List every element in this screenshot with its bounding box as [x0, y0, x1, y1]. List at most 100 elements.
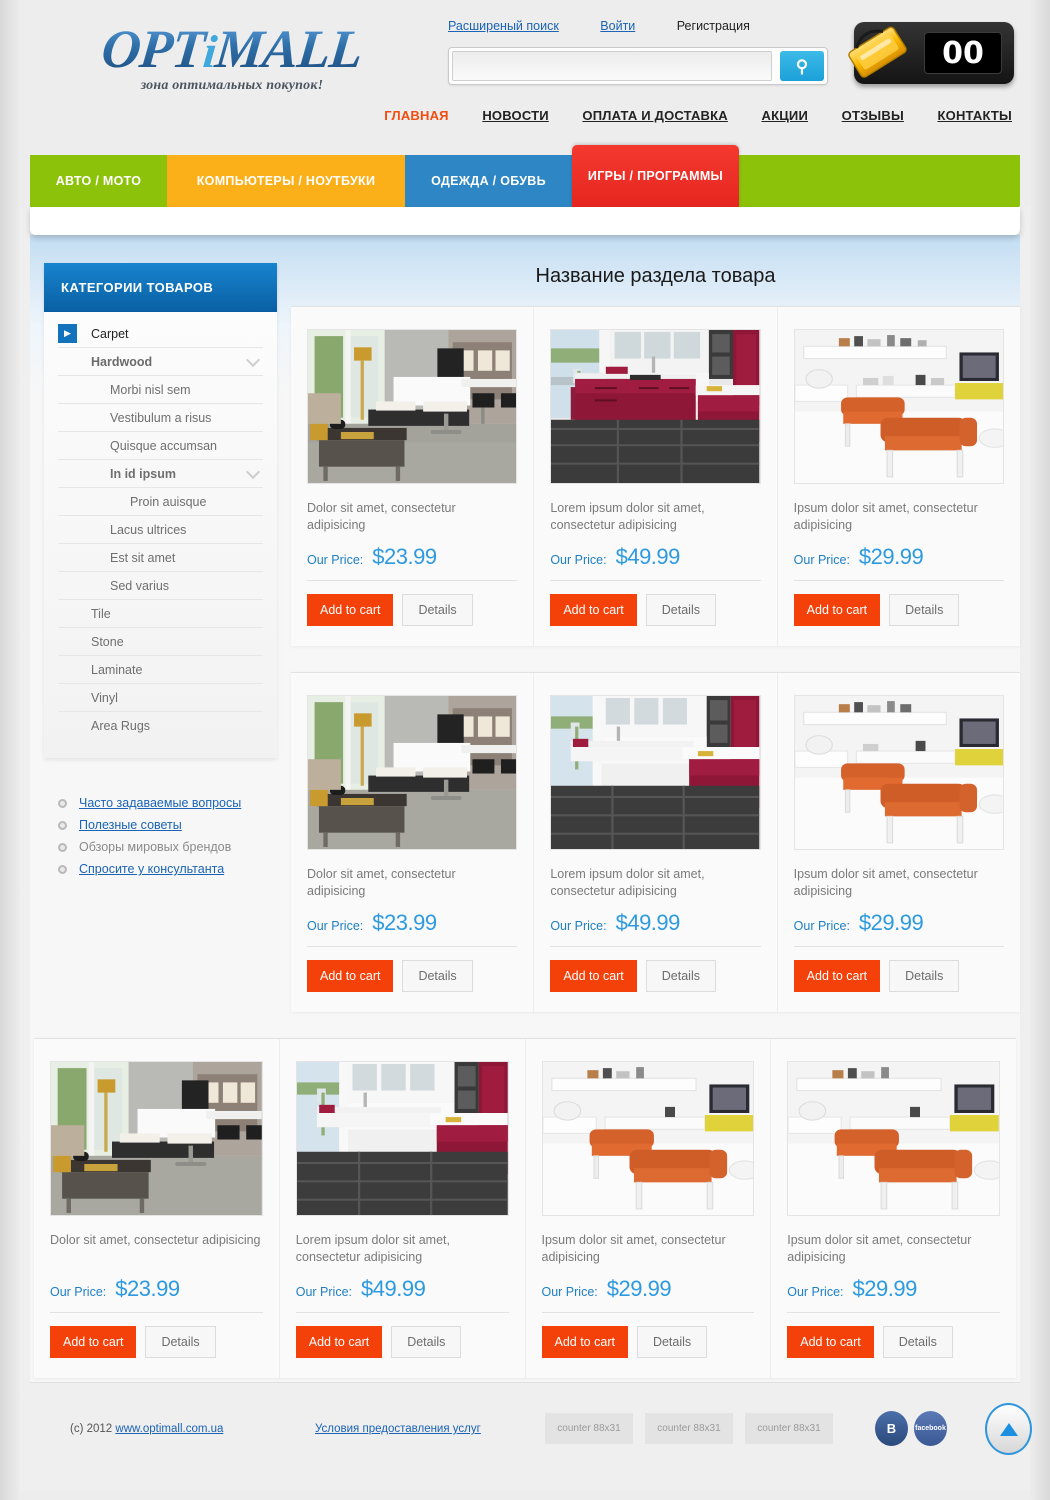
- sidebar-item-morbi[interactable]: Morbi nisl sem: [58, 376, 263, 404]
- nav-reviews[interactable]: ОТЗЫВЫ: [842, 108, 904, 123]
- sidebar-item-lacus[interactable]: Lacus ultrices: [58, 516, 263, 544]
- tab-games-programs[interactable]: ИГРЫ / ПРОГРАММЫ: [572, 145, 739, 207]
- faq-link[interactable]: Часто задаваемые вопросы: [79, 796, 241, 810]
- login-link[interactable]: Войти: [600, 19, 635, 33]
- nav-home[interactable]: ГЛАВНАЯ: [384, 108, 448, 123]
- divider: [50, 1312, 263, 1313]
- sidebar-item-est-sit-amet[interactable]: Est sit amet: [58, 544, 263, 572]
- sidebar-item-label: Carpet: [91, 326, 129, 341]
- product-price: Our Price: $29.99: [794, 544, 1004, 570]
- bullet-icon: [58, 798, 67, 808]
- details-button[interactable]: Details: [889, 594, 960, 626]
- chevron-right-icon: ▶: [58, 324, 77, 343]
- sidebar-item-proin[interactable]: Proin auisque: [58, 488, 263, 516]
- add-to-cart-button[interactable]: Add to cart: [550, 594, 637, 626]
- list-item[interactable]: Полезные советы: [58, 814, 277, 836]
- add-to-cart-button[interactable]: Add to cart: [307, 960, 394, 992]
- list-item[interactable]: Обзоры мировых брендов: [58, 836, 277, 858]
- advanced-search-link[interactable]: Расширеный поиск: [448, 19, 559, 33]
- list-item[interactable]: Часто задаваемые вопросы: [58, 792, 277, 814]
- sidebar-item-laminate[interactable]: Laminate: [58, 656, 263, 684]
- add-to-cart-button[interactable]: Add to cart: [541, 1326, 628, 1358]
- add-to-cart-button[interactable]: Add to cart: [50, 1326, 137, 1358]
- search-input[interactable]: [452, 51, 772, 81]
- product-title: Lorem ipsum dolor sit amet, consectetur …: [550, 501, 705, 532]
- counter-badge[interactable]: counter 88x31: [545, 1413, 633, 1444]
- product-image-orange-sofa[interactable]: [787, 1061, 1000, 1216]
- details-button[interactable]: Details: [402, 960, 473, 992]
- add-to-cart-button[interactable]: Add to cart: [793, 594, 881, 626]
- sidebar-item-tile[interactable]: Tile: [58, 600, 263, 628]
- add-to-cart-button[interactable]: Add to cart: [787, 1326, 874, 1358]
- triangle-up-icon: [999, 1422, 1018, 1436]
- list-item[interactable]: Спросите у консультанта: [58, 858, 277, 880]
- product-image-living-room[interactable]: [307, 695, 518, 850]
- sidebar-item-carpet[interactable]: ▶ Carpet: [58, 320, 263, 348]
- vk-icon[interactable]: В: [875, 1411, 908, 1446]
- nav-contacts[interactable]: КОНТАКТЫ: [938, 108, 1012, 123]
- search-icon[interactable]: ⚲: [780, 51, 824, 81]
- price-label: Our Price:: [787, 1285, 844, 1299]
- counter-badge[interactable]: counter 88x31: [745, 1413, 833, 1444]
- add-to-cart-button[interactable]: Add to cart: [550, 960, 637, 992]
- cart-widget[interactable]: 00: [839, 18, 1014, 88]
- details-button[interactable]: Details: [391, 1326, 462, 1358]
- product-image-kitchen[interactable]: [295, 1061, 509, 1216]
- details-button[interactable]: Details: [882, 1326, 953, 1358]
- sidebar-item-stone[interactable]: Stone: [58, 628, 263, 656]
- details-button[interactable]: Details: [645, 594, 716, 626]
- details-button[interactable]: Details: [636, 1326, 708, 1358]
- product-image-kitchen[interactable]: [550, 695, 761, 850]
- add-to-cart-button[interactable]: Add to cart: [295, 1326, 383, 1358]
- product-image-kitchen[interactable]: [550, 329, 761, 484]
- product-price: Our Price: $29.99: [787, 1276, 1000, 1302]
- sidebar-item-hardwood[interactable]: Hardwood: [58, 348, 263, 376]
- sidebar-item-label: Lacus ultrices: [110, 522, 187, 537]
- add-to-cart-button[interactable]: Add to cart: [307, 594, 394, 626]
- site-logo[interactable]: OPTiMALL зона оптимальных покупок!: [82, 22, 382, 94]
- details-button[interactable]: Details: [402, 594, 473, 626]
- price-label: Our Price:: [295, 1285, 353, 1299]
- sidebar-item-in-id-ipsum[interactable]: In id ipsum: [58, 460, 263, 488]
- price-value: $49.99: [615, 910, 681, 935]
- register-link[interactable]: Регистрация: [677, 19, 750, 33]
- product-price: Our Price: $29.99: [794, 910, 1004, 936]
- sidebar-item-label: Proin auisque: [130, 494, 207, 509]
- terms: Условия предоставления услуг: [315, 1423, 481, 1435]
- details-button[interactable]: Details: [145, 1326, 216, 1358]
- add-to-cart-button[interactable]: Add to cart: [793, 960, 881, 992]
- product-card: Dolor sit amet, consectetur adipisicing …: [291, 307, 535, 646]
- details-button[interactable]: Details: [645, 960, 716, 992]
- sidebar-item-area-rugs[interactable]: Area Rugs: [58, 712, 263, 740]
- details-button[interactable]: Details: [889, 960, 960, 992]
- nav-payment-delivery[interactable]: ОПЛАТА И ДОСТАВКА: [582, 108, 727, 123]
- terms-link[interactable]: Условия предоставления услуг: [315, 1423, 481, 1435]
- tips-link[interactable]: Полезные советы: [79, 818, 182, 832]
- sidebar-item-vinyl[interactable]: Vinyl: [58, 684, 263, 712]
- sidebar-item-sed-varius[interactable]: Sed varius: [58, 572, 263, 600]
- sidebar-item-quisque[interactable]: Quisque accumsan: [58, 432, 263, 460]
- product-image-orange-sofa[interactable]: [793, 695, 1004, 850]
- product-image-orange-sofa[interactable]: [793, 329, 1004, 484]
- sidebar-item-vestibulum[interactable]: Vestibulum a risus: [58, 404, 263, 432]
- site-url-link[interactable]: www.optimall.com.ua: [115, 1423, 223, 1435]
- page-title: Название раздела товара: [535, 265, 776, 287]
- sidebar-item-label: Morbi nisl sem: [110, 382, 191, 397]
- ask-consultant-link[interactable]: Спросите у консультанта: [79, 862, 224, 876]
- nav-news[interactable]: НОВОСТИ: [482, 108, 548, 123]
- site-header: OPTiMALL зона оптимальных покупок! Расши…: [20, 0, 1030, 145]
- category-tree: ▶ Carpet Hardwood Morbi nisl sem Vestibu…: [44, 312, 277, 758]
- facebook-icon[interactable]: facebook: [914, 1411, 947, 1446]
- tab-clothes-shoes[interactable]: ОДЕЖДА / ОБУВЬ: [405, 155, 572, 207]
- price-value: $23.99: [372, 544, 437, 569]
- product-image-living-room[interactable]: [50, 1061, 263, 1216]
- product-image-orange-sofa[interactable]: [541, 1061, 755, 1216]
- nav-promos[interactable]: АКЦИИ: [762, 108, 809, 123]
- copyright: (c) 2012 www.optimall.com.ua: [70, 1423, 223, 1435]
- tab-auto-moto[interactable]: АВТО / МОТО: [30, 155, 167, 207]
- tab-computers-laptops[interactable]: КОМПЬЮТЕРЫ / НОУТБУКИ: [167, 155, 405, 207]
- scroll-to-top-button[interactable]: [985, 1403, 1032, 1455]
- logo-wordmark: OPTiMALL: [99, 22, 364, 77]
- product-image-living-room[interactable]: [307, 329, 518, 484]
- counter-badge[interactable]: counter 88x31: [645, 1413, 733, 1444]
